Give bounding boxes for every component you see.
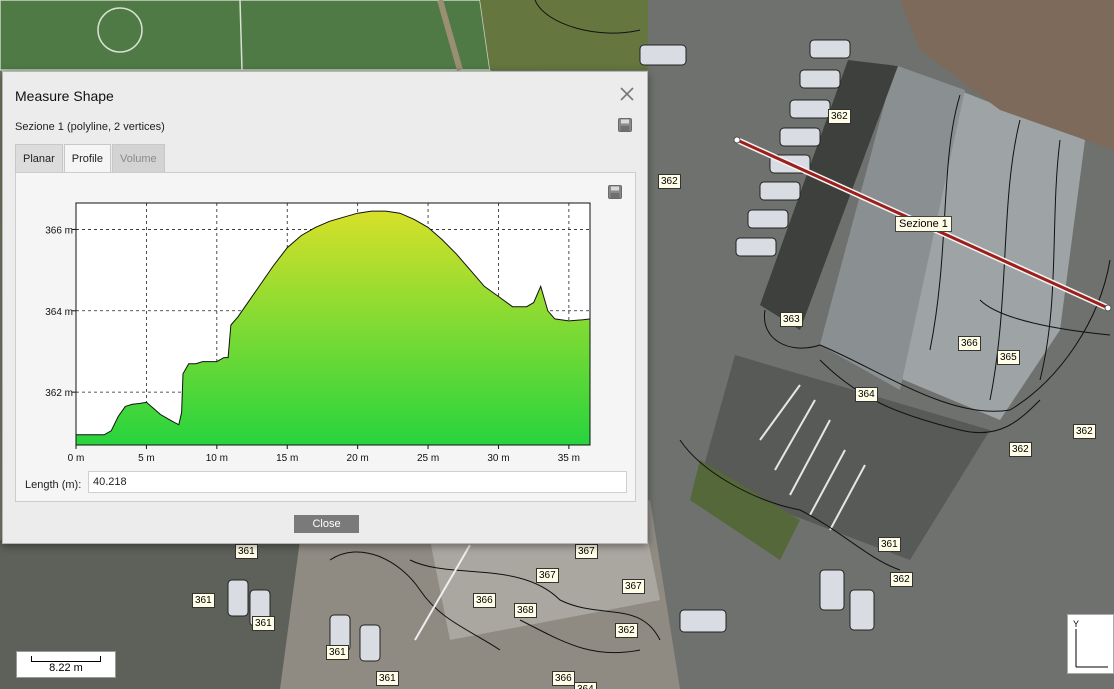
contour-label: 364 [855, 387, 878, 402]
length-field[interactable] [88, 471, 627, 493]
contour-label: 363 [780, 312, 803, 327]
profile-pane: 0 m 5 m 10 m 15 m 20 m 25 m 30 m 35 m 362 m 364 m… [15, 172, 636, 502]
axes-widget: Y [1067, 614, 1114, 674]
contour-label: 361 [192, 593, 215, 608]
x-tick-label: 20 m [347, 453, 369, 463]
tab-planar[interactable]: Planar [15, 144, 63, 172]
measure-shape-dialog: Measure Shape Sezione 1 (polyline, 2 ver… [2, 71, 648, 544]
x-tick-label: 35 m [558, 453, 580, 463]
contour-label: 361 [376, 671, 399, 686]
x-tick-label: 30 m [487, 453, 509, 463]
close-button[interactable]: Close [294, 515, 359, 533]
contour-label: 367 [622, 579, 645, 594]
contour-label: 368 [514, 603, 537, 618]
y-tick-label: 362 m [45, 388, 73, 399]
contour-label: 367 [536, 568, 559, 583]
y-tick-label: 366 m [45, 225, 73, 236]
contour-label: 361 [252, 616, 275, 631]
dialog-title: Measure Shape [15, 88, 114, 104]
x-tick-label: 5 m [138, 453, 155, 463]
contour-label: 365 [997, 350, 1020, 365]
tab-profile[interactable]: Profile [63, 144, 111, 172]
tab-bar: Planar Profile Volume [15, 144, 166, 172]
scale-bar: 8.22 m [16, 651, 116, 678]
contour-label: 364 [574, 682, 597, 689]
contour-label: 362 [1009, 442, 1032, 457]
tab-volume: Volume [111, 144, 165, 172]
contour-label: 361 [326, 645, 349, 660]
contour-label: 362 [828, 109, 851, 124]
x-tick-label: 25 m [417, 453, 439, 463]
contour-label: 361 [235, 544, 258, 559]
scale-label: 8.22 m [49, 662, 83, 674]
y-tick-label: 364 m [45, 307, 73, 318]
save-icon[interactable] [618, 118, 632, 132]
x-tick-label: 15 m [276, 453, 298, 463]
contour-label: 361 [878, 537, 901, 552]
contour-label: 362 [1073, 424, 1096, 439]
contour-label: 366 [552, 671, 575, 686]
length-label: Length (m): [25, 479, 82, 491]
shape-info: Sezione 1 (polyline, 2 vertices) [15, 121, 165, 133]
elevation-profile-chart: 0 m 5 m 10 m 15 m 20 m 25 m 30 m 35 m 362 m 364 m… [45, 202, 591, 463]
contour-label: 366 [958, 336, 981, 351]
x-tick-label: 10 m [206, 453, 228, 463]
contour-label: 362 [890, 572, 913, 587]
contour-label: 362 [615, 623, 638, 638]
contour-label: 366 [473, 593, 496, 608]
x-tick-label: 0 m [68, 453, 85, 463]
contour-label: 367 [575, 544, 598, 559]
contour-label: 362 [658, 174, 681, 189]
section-label[interactable]: Sezione 1 [895, 216, 952, 232]
close-icon[interactable] [619, 86, 635, 102]
